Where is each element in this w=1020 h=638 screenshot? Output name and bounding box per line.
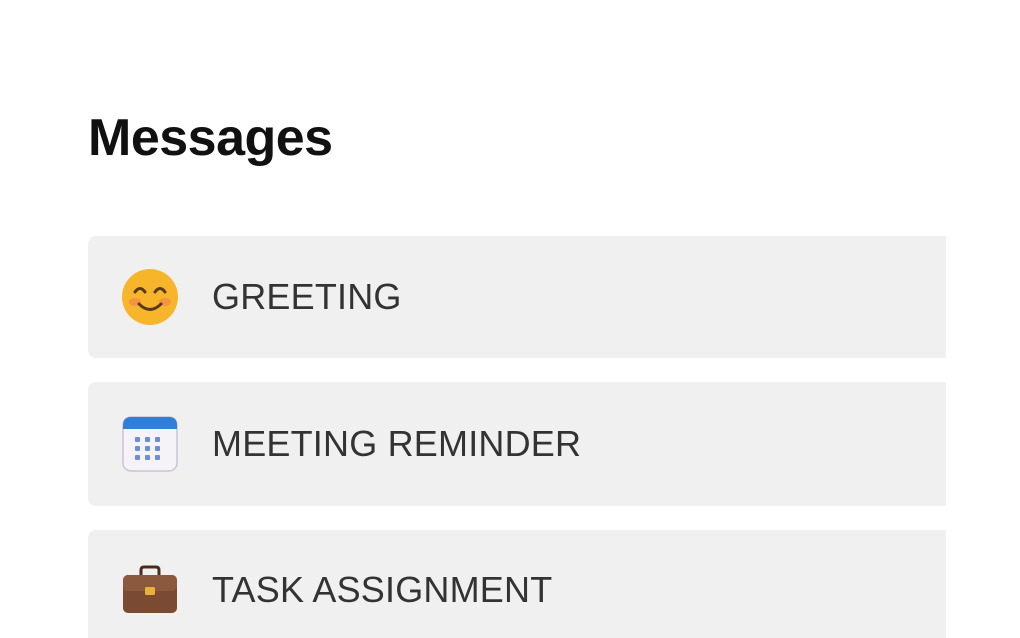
messages-page: Messages GREETING MEETING REMINDER TASK …: [0, 0, 1020, 638]
message-item-task-assignment[interactable]: TASK ASSIGNMENT: [88, 530, 946, 638]
message-item-meeting-reminder[interactable]: MEETING REMINDER: [88, 382, 946, 506]
message-label: MEETING REMINDER: [212, 423, 582, 464]
page-title: Messages: [88, 109, 333, 167]
message-label: GREETING: [212, 276, 402, 317]
message-label: TASK ASSIGNMENT: [212, 569, 553, 610]
calendar-icon: [120, 414, 180, 474]
message-item-greeting[interactable]: GREETING: [88, 236, 946, 358]
smiling-face-icon: [120, 267, 180, 327]
briefcase-icon: [120, 560, 180, 620]
